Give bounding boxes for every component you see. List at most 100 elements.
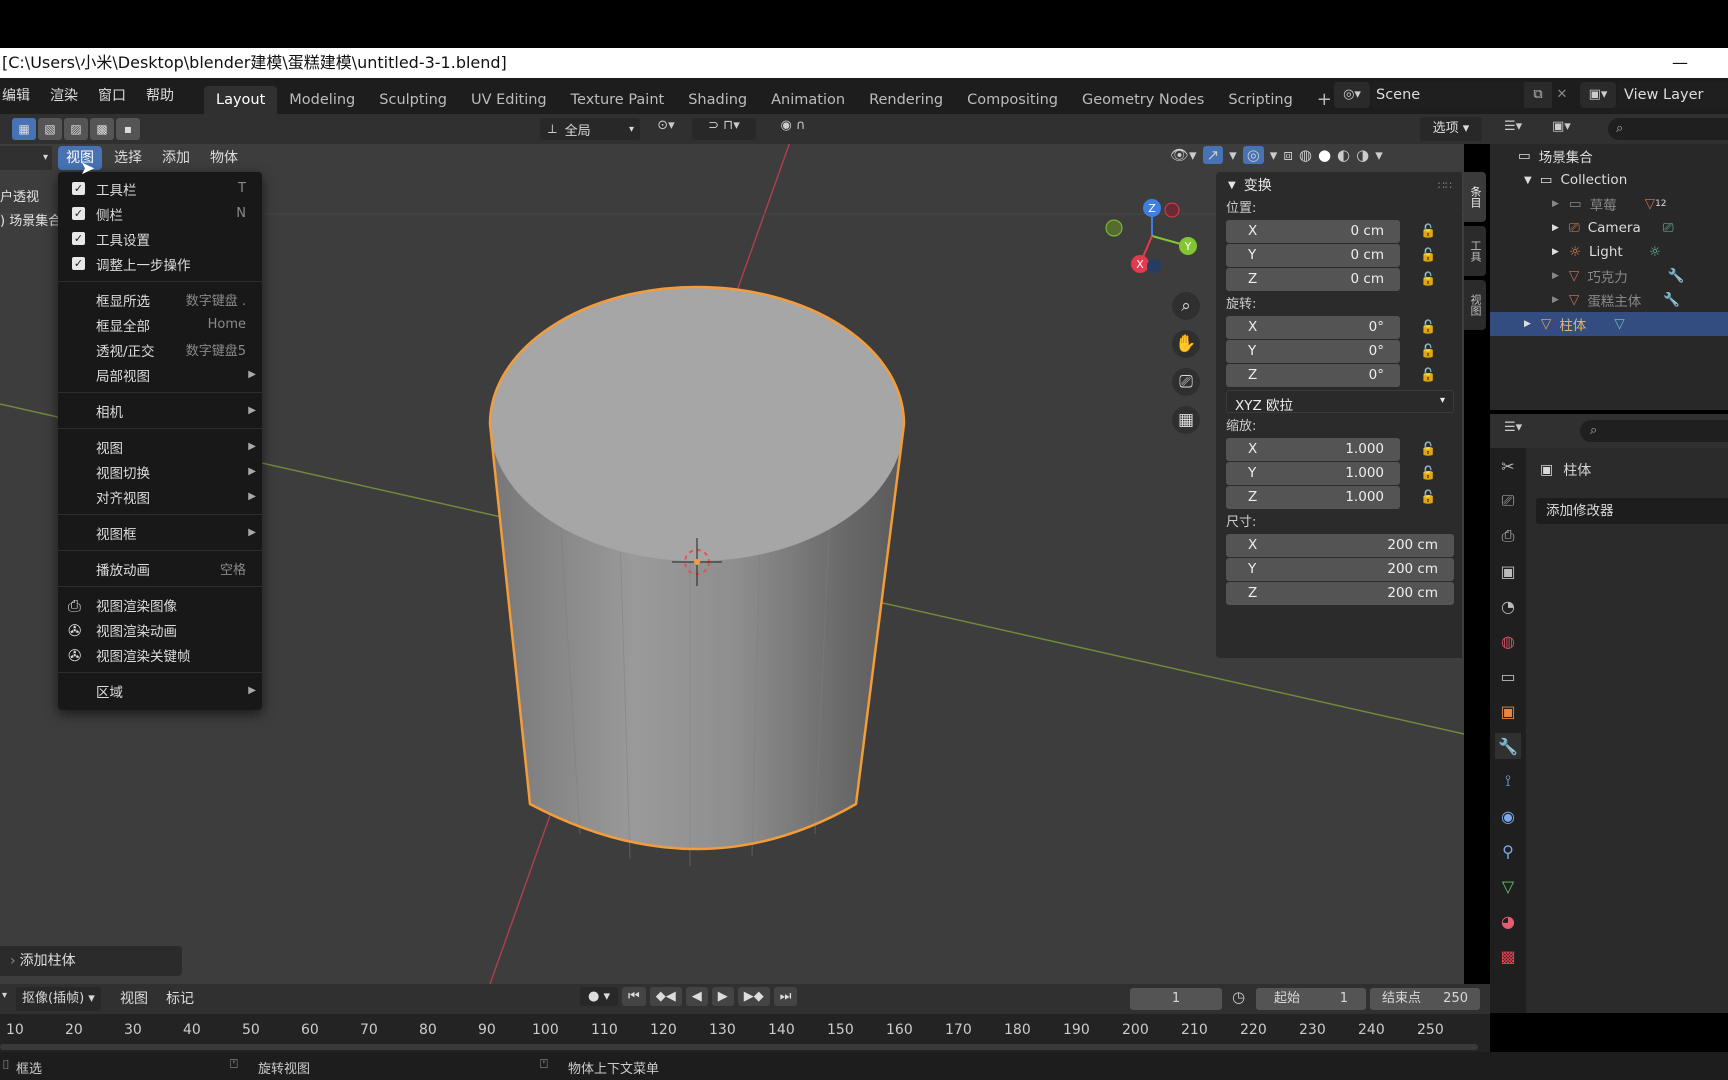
add-modifier-button[interactable]: 添加修改器 [1536, 498, 1728, 524]
pivot-icon[interactable]: ⊙▾ [648, 118, 684, 140]
particles-tab-icon[interactable]: ⟟ [1495, 768, 1521, 794]
menu-item-viewport-render-animation[interactable]: ✇ 视图渲染动画 [58, 617, 262, 642]
menu-item-navigation[interactable]: 视图切换 ▶ [58, 459, 262, 484]
scene-field[interactable]: Scene [1372, 82, 1524, 108]
tab-scripting[interactable]: Scripting [1216, 86, 1304, 114]
properties-editor-icon[interactable]: ☰▾ [1504, 420, 1522, 435]
view-layer-icon[interactable]: ▣▾ [1580, 82, 1616, 108]
output-tab-icon[interactable]: ⎙ [1495, 523, 1521, 549]
tab-item[interactable]: 条目 [1464, 172, 1486, 222]
scale-y-field[interactable]: Y 1.000 [1226, 462, 1400, 485]
menu-item-local-view[interactable]: 局部视图 ▶ [58, 362, 262, 387]
rotation-mode-dropdown[interactable]: XYZ 欧拉 ▾ [1226, 390, 1454, 414]
menu-item-camera[interactable]: 相机 ▶ [58, 398, 262, 423]
menu-item-view-regions[interactable]: 视图框 ▶ [58, 520, 262, 545]
material-shading-icon[interactable]: ◐ [1337, 146, 1350, 164]
scale-z-field[interactable]: Z 1.000 [1226, 486, 1400, 509]
record-icon[interactable]: ● ▾ [580, 987, 619, 1006]
outliner-item-strawberry[interactable]: ▶ ▭ 草莓 ▽ 12 [1490, 192, 1728, 216]
scene-tab-icon[interactable]: ◔ [1495, 593, 1521, 619]
jump-end-icon[interactable]: ⏭ [773, 987, 798, 1006]
dimensions-x-field[interactable]: X 200 cm [1226, 534, 1454, 557]
close-icon[interactable]: ✕ [1552, 82, 1572, 108]
transform-panel-header[interactable]: ▼ 变换 ∷∷ [1216, 172, 1462, 198]
menu-item-viewport-render-image[interactable]: ⎙ 视图渲染图像 [58, 592, 262, 617]
lock-icon[interactable]: 🔓 [1420, 368, 1436, 383]
select-invert-icon[interactable]: ▩ [90, 118, 114, 140]
menu-window[interactable]: 窗口 [88, 78, 136, 114]
physics-tab-icon[interactable]: ◉ [1495, 803, 1521, 829]
current-frame-field[interactable]: 1 [1130, 988, 1222, 1010]
tab-sculpting[interactable]: Sculpting [367, 86, 459, 114]
lock-icon[interactable]: 🔓 [1420, 490, 1436, 505]
properties-search-input[interactable]: ⌕ [1580, 420, 1728, 442]
overlay-toggle-icon[interactable]: ◎ [1242, 146, 1264, 164]
pan-hand-icon[interactable]: ✋ [1172, 330, 1200, 358]
lock-icon[interactable]: 🔓 [1420, 320, 1436, 335]
transform-orientation-dropdown[interactable]: ⟂ 全局 ▾ [540, 118, 640, 140]
snap-icon[interactable]: ⊃ ⊓▾ [692, 118, 756, 140]
checkbox-checked-icon[interactable]: ✓ [72, 207, 85, 220]
end-frame-field[interactable]: 结束点 250 [1370, 988, 1480, 1010]
menu-item-sidebar[interactable]: ✓ 侧栏 N [58, 201, 262, 226]
outliner-scene-collection[interactable]: ▭ 场景集合 [1490, 144, 1728, 168]
modifier-tab-icon[interactable]: 🔧 [1495, 733, 1521, 759]
scale-x-field[interactable]: X 1.000 [1226, 438, 1400, 461]
rotation-y-field[interactable]: Y 0° [1226, 340, 1400, 363]
last-operator-panel[interactable]: › 添加柱体 [0, 946, 182, 976]
filter-icon[interactable]: ▣▾ [1552, 119, 1571, 134]
select-intersect-icon[interactable]: ▪ [116, 118, 140, 140]
chevron-right-icon[interactable]: ▶ [1552, 271, 1559, 281]
chevron-right-icon[interactable]: ▶ [1552, 295, 1559, 305]
tab-rendering[interactable]: Rendering [857, 86, 955, 114]
checkbox-checked-icon[interactable]: ✓ [72, 182, 85, 195]
tab-uv-editing[interactable]: UV Editing [459, 86, 559, 114]
menu-edit[interactable]: 编辑 [0, 78, 40, 114]
rotation-x-field[interactable]: X 0° [1226, 316, 1400, 339]
menu-render[interactable]: 渲染 [40, 78, 88, 114]
outliner-collection[interactable]: ▼ ▭ Collection [1490, 168, 1728, 192]
keying-dropdown[interactable]: 抠像(插帧) ▾ [16, 987, 101, 1011]
outliner-item-chocolate[interactable]: ▶ ▽ 巧克力 🔧 [1490, 264, 1728, 288]
menu-item-play-animation[interactable]: 播放动画 空格 [58, 556, 262, 581]
menu-item-adjust-last-operation[interactable]: ✓ 调整上一步操作 [58, 251, 262, 276]
chevron-right-icon[interactable]: ▶ [1524, 319, 1531, 329]
camera-icon[interactable]: ⎚ [1172, 368, 1200, 396]
timeline-menu-marker[interactable]: 标记 [158, 987, 202, 1011]
render-tab-icon[interactable]: ⎚ [1495, 488, 1521, 514]
tab-geometry-nodes[interactable]: Geometry Nodes [1070, 86, 1216, 114]
menu-item-frame-selected[interactable]: 框显所选 数字键盘 . [58, 287, 262, 312]
dimensions-z-field[interactable]: Z 200 cm [1226, 582, 1454, 605]
rendered-shading-icon[interactable]: ◑ [1356, 146, 1369, 164]
tab-compositing[interactable]: Compositing [955, 86, 1070, 114]
lock-icon[interactable]: 🔓 [1420, 272, 1436, 287]
proportional-edit-icon[interactable]: ◉ ∩ [764, 118, 822, 140]
lock-icon[interactable]: 🔓 [1420, 442, 1436, 457]
chevron-right-icon[interactable]: ▶ [1552, 199, 1559, 209]
chevron-down-icon[interactable]: ▾ [1270, 146, 1278, 164]
solid-shading-icon[interactable]: ● [1318, 146, 1331, 164]
menu-item-align-view[interactable]: 对齐视图 ▶ [58, 484, 262, 509]
dimensions-y-field[interactable]: Y 200 cm [1226, 558, 1454, 581]
zoom-icon[interactable]: ⌕ [1172, 292, 1200, 320]
outliner-item-cylinder[interactable]: ▶ ▽ 柱体 ▽ [1490, 312, 1728, 336]
outliner-search-input[interactable]: ⌕ [1608, 118, 1728, 140]
lock-icon[interactable]: 🔓 [1420, 466, 1436, 481]
checkbox-checked-icon[interactable]: ✓ [72, 257, 85, 270]
location-x-field[interactable]: X0 cm [1226, 220, 1400, 243]
jump-start-icon[interactable]: ⏮ [622, 987, 646, 1006]
navigation-gizmo[interactable]: Z Y X [1100, 196, 1200, 280]
next-keyframe-icon[interactable]: ▶◆ [737, 987, 770, 1006]
scene-icon[interactable]: ◎▾ [1334, 82, 1370, 108]
chevron-right-icon[interactable]: ▶ [1552, 223, 1559, 233]
editor-type-dropdown[interactable]: ▾ [0, 146, 52, 170]
options-dropdown[interactable]: 选项 ▾ [1420, 117, 1482, 141]
menu-item-area[interactable]: 区域 ▶ [58, 678, 262, 703]
menu-item-toolbar[interactable]: ✓ 工具栏 T [58, 176, 262, 201]
drag-handle-icon[interactable]: ∷∷ [1438, 179, 1452, 192]
clock-icon[interactable]: ◷ [1232, 988, 1245, 1006]
play-reverse-icon[interactable]: ◀ [685, 987, 708, 1006]
menu-help[interactable]: 帮助 [136, 78, 184, 114]
start-frame-field[interactable]: 起始 1 [1256, 988, 1366, 1010]
minimize-button[interactable]: — [1672, 48, 1688, 78]
